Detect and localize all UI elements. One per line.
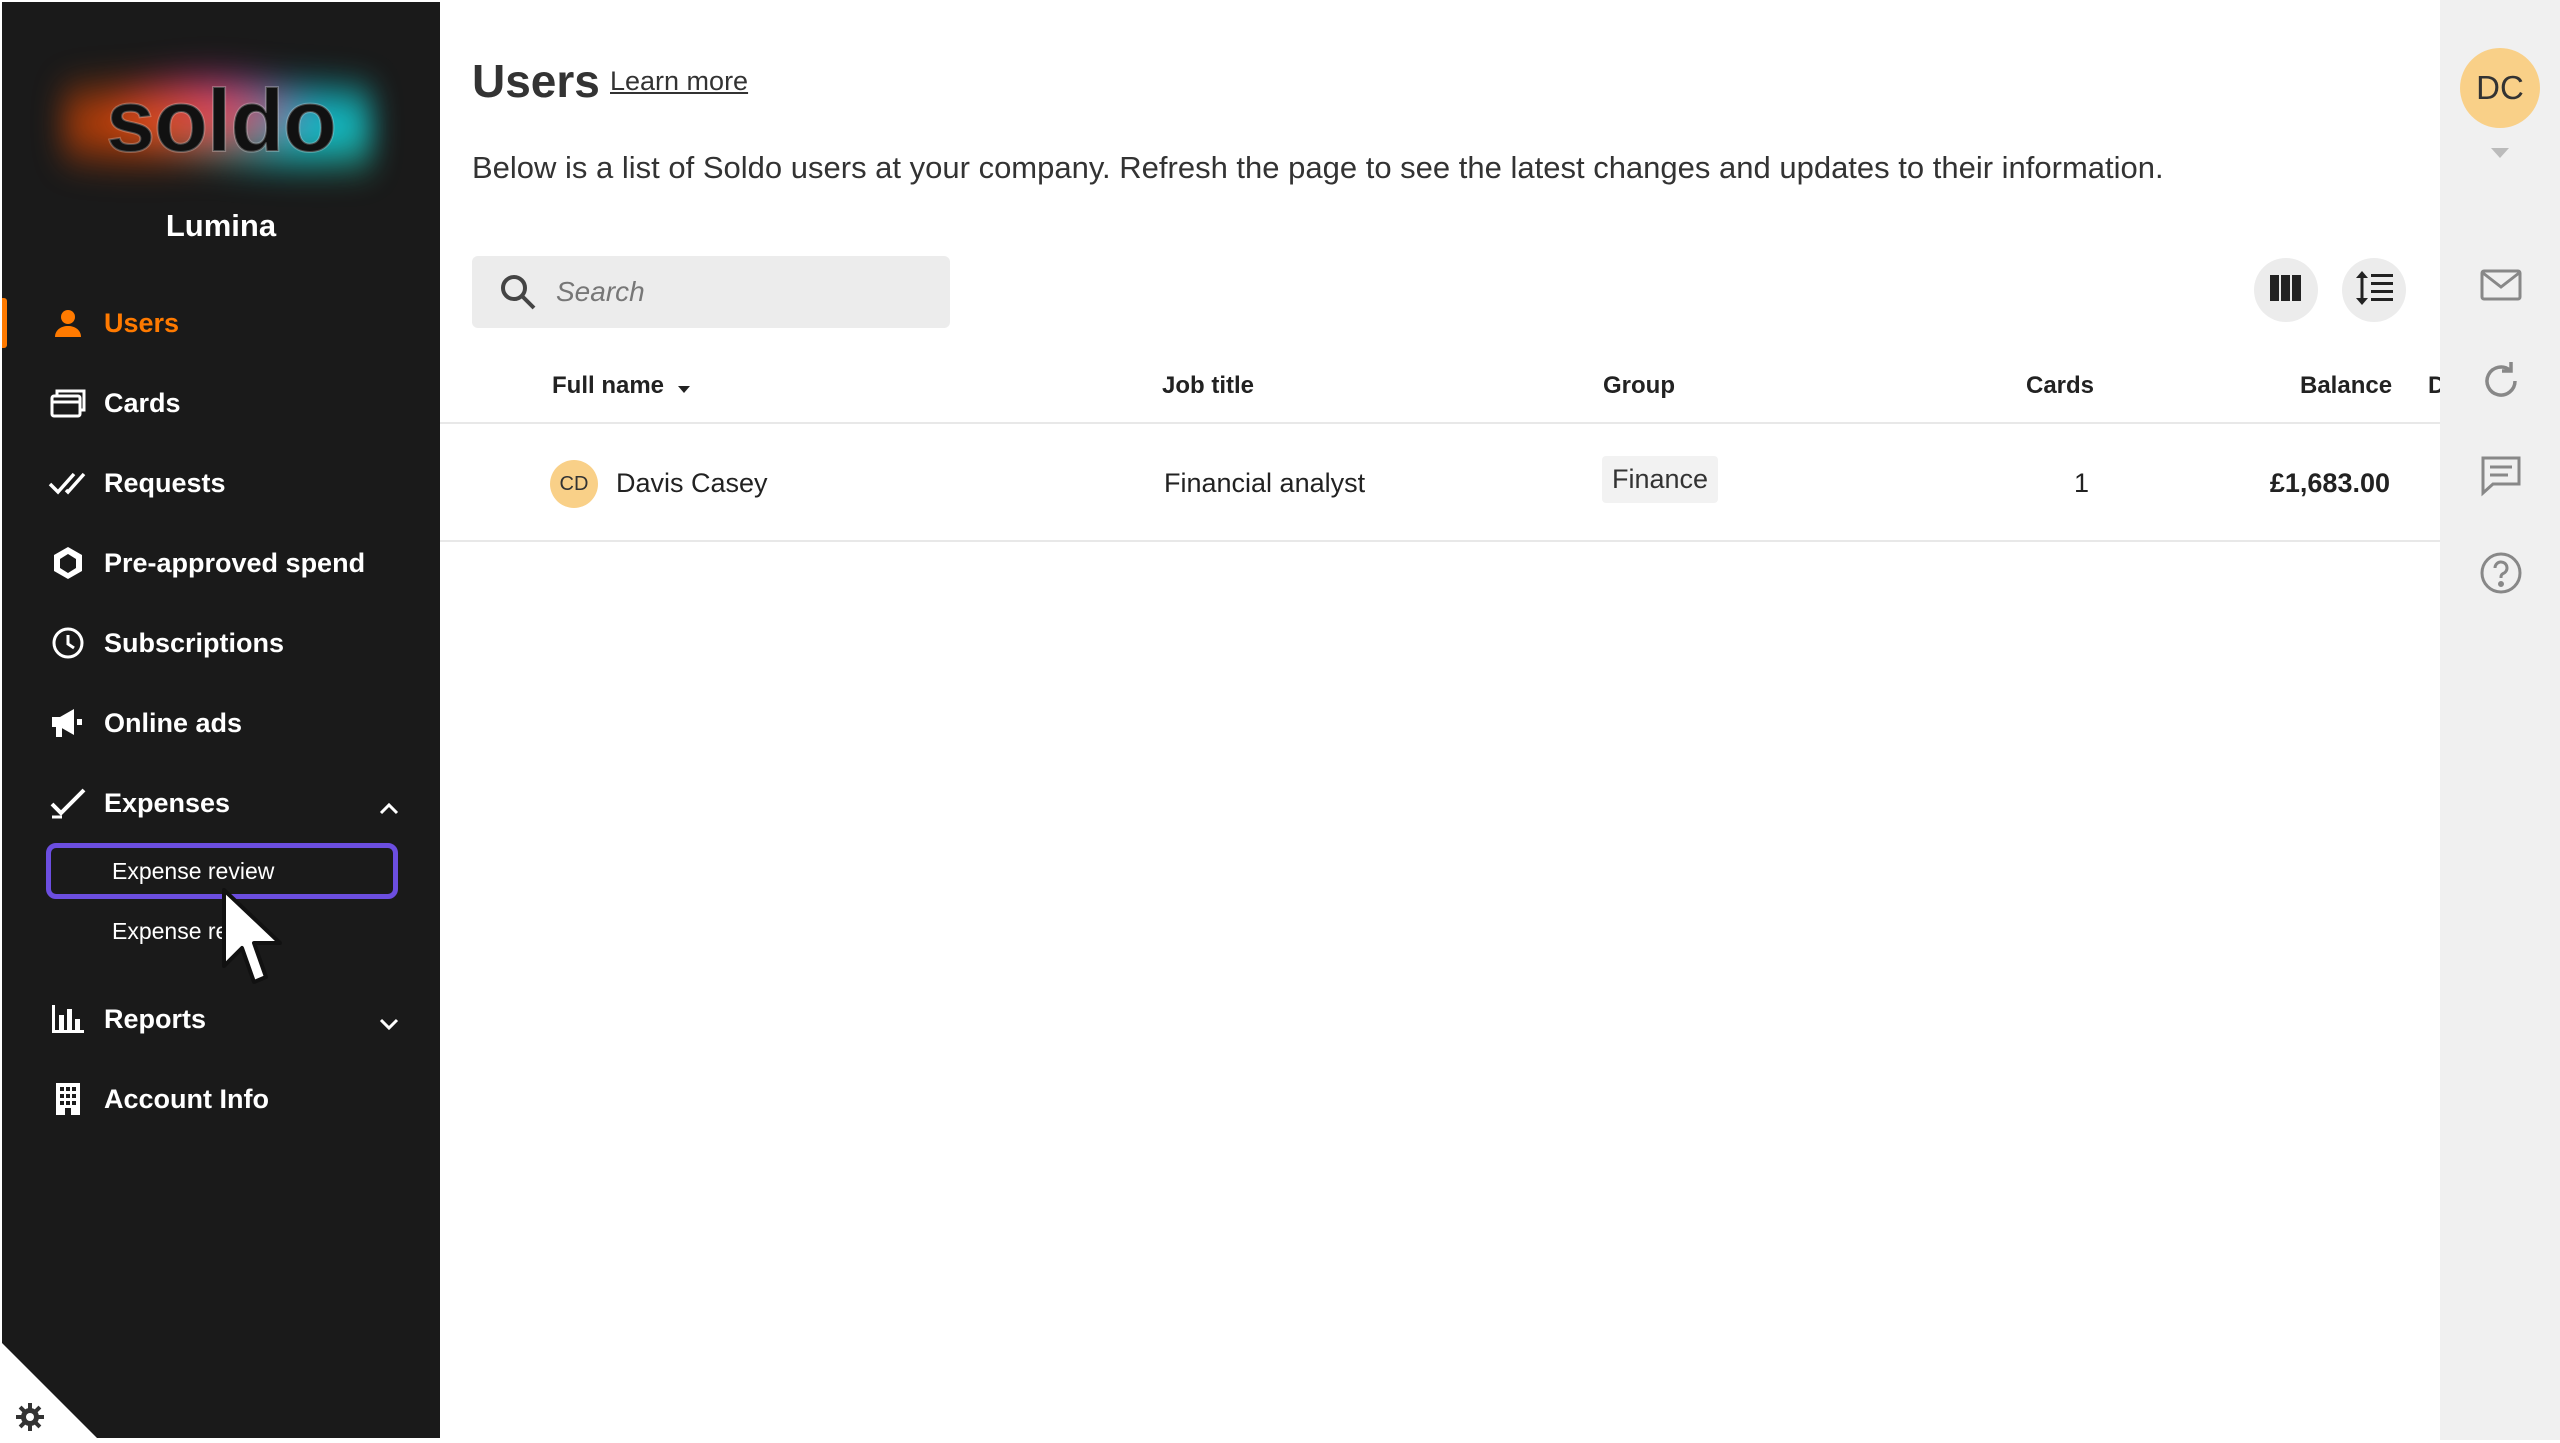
building-icon	[46, 1077, 90, 1121]
cell-group-tag: Finance	[1602, 456, 1719, 503]
sidebar-item-label: Pre-approved spend	[104, 547, 366, 578]
help-icon[interactable]	[2478, 550, 2524, 596]
chat-icon[interactable]	[2478, 452, 2524, 498]
table-row[interactable]: CD Davis Casey Financial analyst Finance…	[440, 424, 2440, 542]
column-header-group[interactable]: Group	[1603, 372, 1675, 400]
cell-job-title: Financial analyst	[1164, 468, 1366, 498]
sidebar-item-online-ads[interactable]: Online ads	[2, 688, 440, 758]
search-input[interactable]: Search	[556, 276, 645, 308]
cell-balance: £1,683.00	[2269, 468, 2390, 498]
cell-full-name: Davis Casey	[616, 468, 768, 498]
chevron-down-icon[interactable]	[378, 1007, 400, 1038]
clock-icon	[46, 621, 90, 665]
sidebar-item-label: Online ads	[104, 707, 243, 738]
cards-icon	[46, 381, 90, 425]
megaphone-icon	[46, 701, 90, 745]
column-header-job-title[interactable]: Job title	[1162, 372, 1254, 400]
cell-cards: 1	[2074, 468, 2090, 498]
sidebar-item-label: Expenses	[104, 787, 231, 818]
column-header-truncated[interactable]: D	[2428, 372, 2440, 400]
bar-chart-icon	[46, 997, 90, 1041]
sidebar-subitem-label: Expense re	[112, 917, 229, 944]
sidebar-item-expenses[interactable]: Expenses	[2, 768, 440, 838]
page-title: Users	[472, 55, 600, 107]
columns-button[interactable]	[2254, 258, 2318, 322]
row-density-icon	[2354, 270, 2394, 311]
settings-corner[interactable]	[2, 1343, 97, 1438]
learn-more-link[interactable]: Learn more	[610, 66, 748, 97]
page-description: Below is a list of Soldo users at your c…	[472, 150, 2164, 185]
columns-icon	[2269, 273, 2303, 308]
main-content: Users Learn more Below is a list of Sold…	[440, 0, 2440, 1440]
sidebar-item-requests[interactable]: Requests	[2, 448, 440, 518]
sidebar-item-label: Account Info	[104, 1083, 269, 1114]
sidebar-item-subscriptions[interactable]: Subscriptions	[2, 608, 440, 678]
sidebar-item-account-info[interactable]: Account Info	[2, 1064, 440, 1134]
column-header-label: Full name	[552, 372, 665, 399]
user-avatar[interactable]: DC	[2460, 48, 2540, 128]
avatar: CD	[550, 460, 598, 508]
sidebar-item-pre-approved-spend[interactable]: Pre-approved spend	[2, 528, 440, 598]
search-field[interactable]: Search	[472, 256, 950, 328]
refresh-icon[interactable]	[2478, 358, 2524, 404]
double-check-icon	[46, 461, 90, 505]
gear-icon[interactable]	[14, 1401, 46, 1438]
sidebar: soldo Lumina Users Cards Requests Pre-ap…	[2, 2, 440, 1438]
column-header-full-name[interactable]: Full name	[552, 372, 691, 401]
search-icon	[498, 272, 538, 312]
sidebar-item-users[interactable]: Users	[2, 288, 440, 358]
sidebar-item-cards[interactable]: Cards	[2, 368, 440, 438]
column-header-cards[interactable]: Cards	[2026, 372, 2094, 400]
sidebar-item-label: Requests	[104, 467, 226, 498]
column-header-balance[interactable]: Balance	[2300, 372, 2392, 400]
mail-icon[interactable]	[2478, 262, 2524, 308]
sidebar-item-label: Cards	[104, 387, 181, 418]
organization-name: Lumina	[165, 208, 277, 243]
sidebar-item-label: Users	[104, 307, 180, 338]
soldo-logo[interactable]: soldo	[2, 42, 440, 202]
check-icon	[46, 781, 90, 825]
mouse-cursor	[218, 886, 298, 996]
right-rail: DC	[2440, 0, 2560, 1440]
sidebar-item-label: Reports	[104, 1003, 207, 1034]
chevron-up-icon[interactable]	[378, 791, 400, 822]
caret-down-icon[interactable]	[2490, 146, 2510, 164]
sidebar-item-label: Subscriptions	[104, 627, 285, 658]
logo-text: soldo	[105, 70, 338, 171]
user-icon	[46, 301, 90, 345]
sidebar-subitem-label: Expense review	[112, 857, 275, 884]
hexagon-icon	[46, 541, 90, 585]
row-density-button[interactable]	[2342, 258, 2406, 322]
sort-caret-icon	[677, 373, 691, 401]
